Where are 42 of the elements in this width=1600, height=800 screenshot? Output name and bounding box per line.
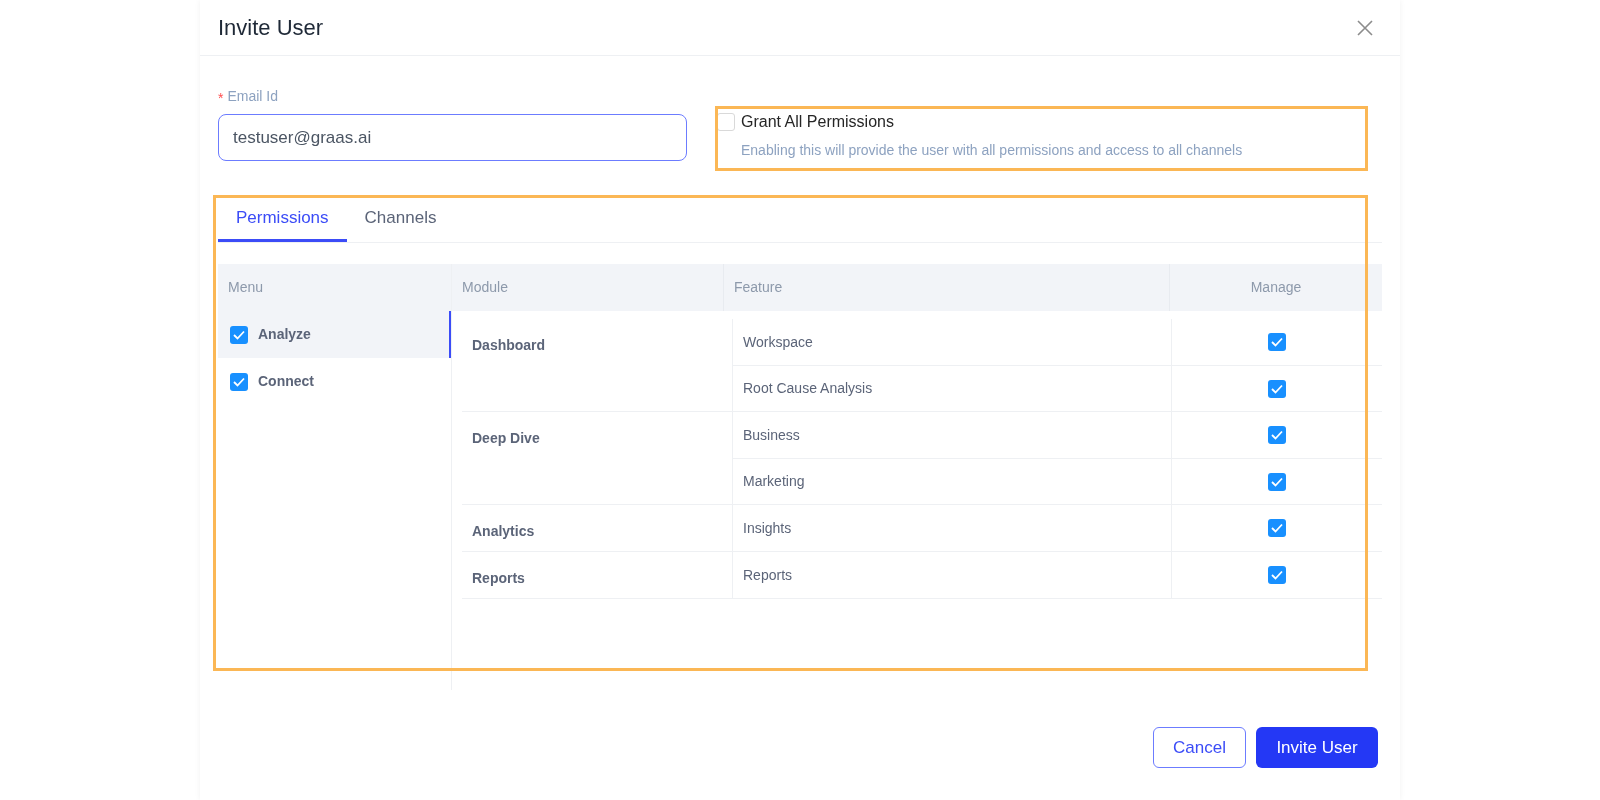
tab[interactable]: Channels — [346, 197, 455, 242]
menu-checkbox[interactable] — [230, 372, 248, 391]
manage-checkbox[interactable] — [1268, 379, 1286, 398]
checkmark-icon — [1271, 570, 1283, 580]
table-header-cell: Feature — [724, 264, 1170, 311]
table-header-cell-text: Manage — [1249, 278, 1303, 297]
close-icon[interactable] — [1356, 18, 1374, 37]
feature-name: Reports — [743, 565, 793, 585]
checkmark-icon — [233, 376, 245, 387]
required-mark: * — [218, 91, 224, 105]
table-header-cell: Menu — [218, 264, 451, 311]
module-name: Dashboard — [472, 337, 546, 353]
feature-name: Insights — [743, 518, 792, 538]
manage-checkbox[interactable] — [1268, 566, 1286, 584]
menu-item[interactable]: Analyze — [218, 311, 451, 358]
module-name: Analytics — [472, 523, 535, 539]
checkmark-icon — [233, 329, 245, 340]
dialog-title: Invite User — [218, 14, 324, 42]
field-label: Email Id — [227, 86, 279, 106]
grant-all-label: Grant All Permissions — [741, 112, 894, 132]
manage-checkbox[interactable] — [1268, 426, 1286, 444]
checkmark-icon — [1271, 476, 1283, 487]
checkmark-icon — [1271, 337, 1283, 347]
manage-checkbox[interactable] — [1268, 333, 1286, 351]
checkmark-icon — [1271, 383, 1283, 394]
manage-checkbox[interactable] — [1268, 472, 1286, 491]
feature-name: Business — [743, 425, 800, 445]
feature-name: Marketing — [743, 472, 805, 491]
feature-name: Workspace — [743, 332, 813, 352]
checkmark-icon — [1271, 523, 1283, 533]
module-name: Deep Dive — [472, 430, 540, 446]
invite-button[interactable]: Invite User — [1256, 727, 1378, 768]
module-name: Reports — [472, 570, 525, 586]
manage-checkbox[interactable] — [1268, 519, 1286, 537]
menu-checkbox[interactable] — [230, 325, 248, 344]
cancel-button[interactable]: Cancel — [1153, 727, 1246, 768]
table-header-cell: Module — [452, 264, 724, 311]
tab[interactable]: Permissions — [218, 197, 347, 242]
grant-all-description: Enabling this will provide the user with all permissions and access to all channels — [741, 141, 1243, 160]
email-input[interactable]: testuser@graas.ai — [218, 114, 687, 161]
checkmark-icon — [1271, 430, 1283, 440]
feature-name: Root Cause Analysis — [743, 379, 873, 398]
